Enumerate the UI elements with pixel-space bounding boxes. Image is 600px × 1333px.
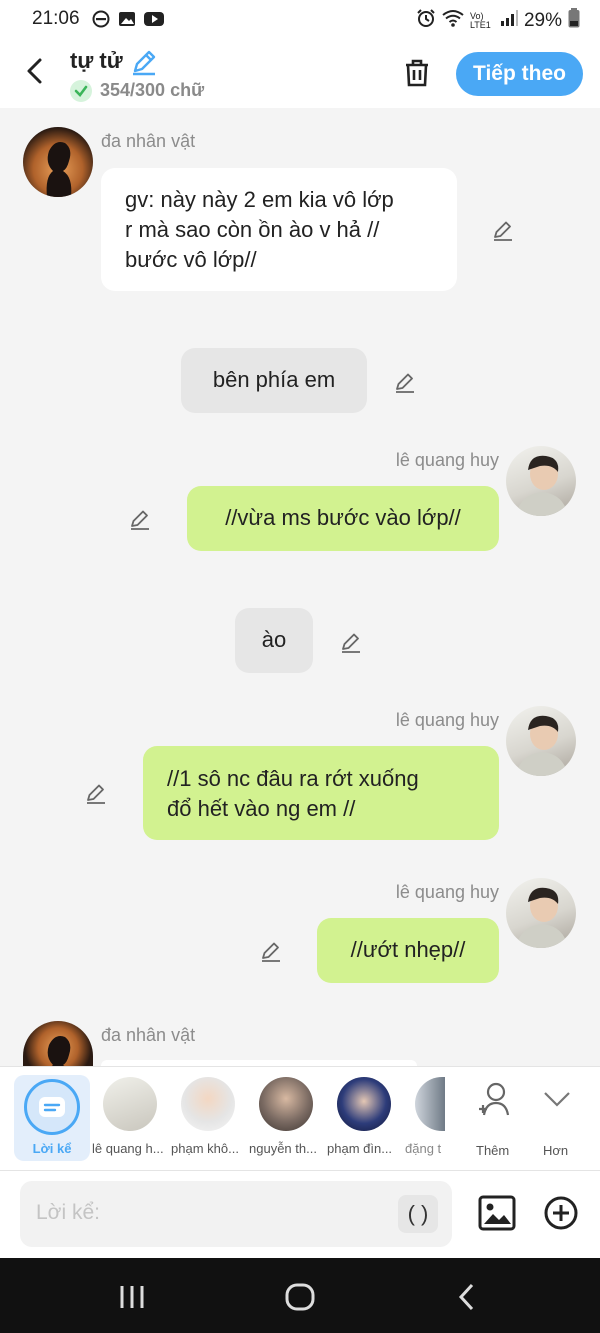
narration-label: Lời kể (32, 1141, 72, 1156)
more-button[interactable]: Hơn (536, 1077, 580, 1163)
message-input[interactable]: Lời kể: ( ) (20, 1181, 452, 1247)
back-arrow-icon[interactable] (22, 56, 48, 86)
message-bubble[interactable]: gv: này này 2 em kia vô lớp r mà sao còn… (101, 168, 457, 291)
character-avatar[interactable] (181, 1077, 235, 1131)
narration-bubble[interactable]: ào (235, 608, 313, 673)
message-bubble[interactable]: //vừa ms bước vào lớp// (187, 486, 499, 551)
alarm-icon (416, 8, 436, 34)
youtube-icon (143, 10, 165, 33)
narration-selector[interactable]: Lời kể (14, 1075, 90, 1161)
sender-name: lê quang huy (395, 710, 499, 730)
character-name[interactable]: phạm khô... (171, 1141, 247, 1156)
edit-pencil-icon[interactable] (259, 939, 283, 963)
network-label: Vo) LTE1 (469, 11, 491, 30)
app-header: tự tử 354/300 chữ Tiếp theo (0, 38, 600, 108)
character-bar: Lời kể lê quang h... phạm khô... nguyễn … (0, 1066, 600, 1170)
sender-name: lê quang huy (395, 450, 499, 470)
avatar-da-nhan-vat[interactable] (23, 127, 93, 197)
character-avatar[interactable] (103, 1077, 157, 1131)
parenthesis-button[interactable]: ( ) (398, 1195, 438, 1233)
edit-pencil-icon[interactable] (84, 781, 108, 805)
edit-pencil-icon[interactable] (128, 507, 152, 531)
sender-name: đa nhân vật (101, 1025, 196, 1045)
home-icon[interactable] (284, 1282, 316, 1317)
avatar-le-quang-huy[interactable] (506, 446, 576, 516)
check-icon (70, 80, 92, 102)
add-character-button[interactable]: Thêm (466, 1077, 522, 1163)
narration-icon (24, 1079, 80, 1135)
sender-name: lê quang huy (395, 882, 499, 902)
character-name[interactable]: phạm đìn... (327, 1141, 403, 1156)
narration-bubble[interactable]: bên phía em (181, 348, 367, 413)
edit-pencil-icon[interactable] (393, 370, 417, 394)
character-name[interactable]: nguyễn th... (249, 1141, 325, 1156)
plus-circle-icon[interactable] (543, 1195, 579, 1236)
chevron-down-icon (542, 1087, 572, 1116)
system-nav-bar (0, 1258, 600, 1333)
character-avatar[interactable] (415, 1077, 445, 1131)
dnd-icon (92, 10, 110, 33)
character-avatar[interactable] (337, 1077, 391, 1131)
story-title[interactable]: tự tử (70, 48, 123, 74)
add-person-icon (476, 1081, 512, 1126)
character-avatar[interactable] (259, 1077, 313, 1131)
character-name[interactable]: đặng t (405, 1141, 445, 1156)
image-icon[interactable] (478, 1195, 516, 1236)
more-label: Hơn (543, 1143, 569, 1158)
status-time: 21:06 (32, 8, 80, 29)
message-line: r mà sao còn ồn ào v hả // (125, 217, 380, 242)
sender-name: đa nhân vật (101, 131, 196, 151)
signal-icon (500, 10, 518, 32)
status-bar: 21:06 Vo) LTE1 29% (0, 0, 600, 38)
battery-text: 29% (523, 10, 562, 31)
message-line: đổ hết vào ng em // (167, 796, 356, 821)
edit-title-icon[interactable] (130, 48, 158, 81)
wifi-icon (442, 9, 464, 33)
trash-icon[interactable] (402, 58, 432, 93)
edit-pencil-icon[interactable] (339, 630, 363, 654)
edit-pencil-icon[interactable] (491, 218, 515, 242)
character-name[interactable]: lê quang h... (92, 1141, 168, 1156)
avatar-le-quang-huy[interactable] (506, 878, 576, 948)
input-placeholder: Lời kể: (36, 1201, 100, 1224)
avatar-da-nhan-vat[interactable] (23, 1021, 93, 1066)
message-bubble[interactable]: //ướt nhẹp// (317, 918, 499, 983)
battery-icon (568, 8, 580, 34)
message-line: gv: này này 2 em kia vô lớp (125, 187, 394, 212)
system-back-icon[interactable] (456, 1282, 478, 1317)
message-line: //1 sô nc đâu ra rớt xuống (167, 766, 419, 791)
message-line: bước vô lớp// (125, 247, 257, 272)
avatar-le-quang-huy[interactable] (506, 706, 576, 776)
char-count: 354/300 chữ (100, 80, 205, 100)
add-label: Thêm (476, 1143, 510, 1158)
next-button[interactable]: Tiếp theo (456, 52, 583, 96)
recent-apps-icon[interactable] (118, 1284, 146, 1315)
gallery-icon (118, 10, 136, 33)
status-right: Vo) LTE1 29% (416, 8, 580, 34)
message-bubble[interactable]: //1 sô nc đâu ra rớt xuống đổ hết vào ng… (143, 746, 499, 840)
input-bar: Lời kể: ( ) (0, 1170, 600, 1258)
